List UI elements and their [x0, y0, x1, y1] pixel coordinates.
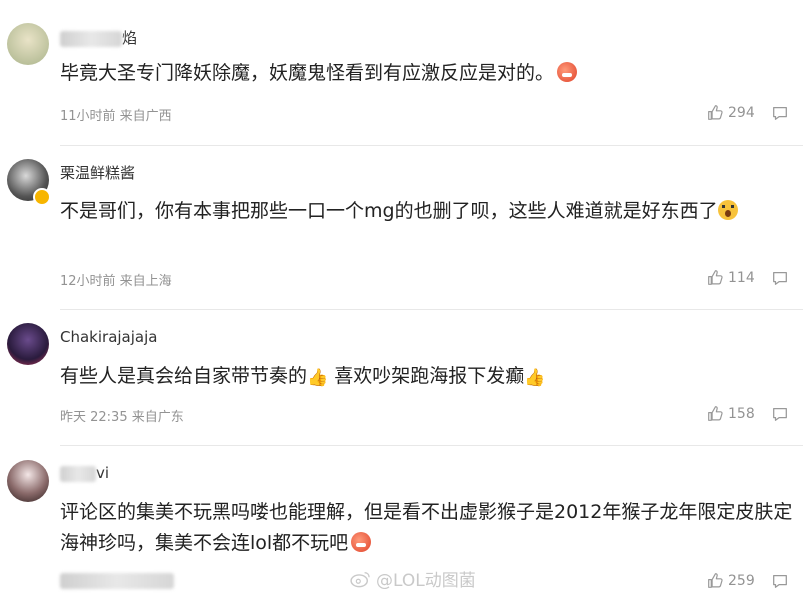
- like-button[interactable]: 294: [707, 104, 755, 121]
- comment-meta: 昨天 22:35 来自广东: [60, 410, 184, 425]
- comment-username[interactable]: Chakirajajaja: [60, 328, 157, 346]
- thumbs-up-icon: 👍: [524, 368, 546, 388]
- avatar[interactable]: [7, 460, 49, 502]
- thumbs-up-icon: 👍: [307, 368, 329, 388]
- avatar[interactable]: [7, 23, 49, 65]
- like-count: 259: [728, 572, 755, 589]
- like-icon: [708, 105, 723, 120]
- comment-text: 有些人是真会给自家带节奏的👍 喜欢吵架跑海报下发癫👍: [60, 361, 793, 394]
- reply-icon: [773, 271, 787, 285]
- reply-button[interactable]: [771, 104, 789, 126]
- like-count: 294: [728, 104, 755, 121]
- verified-badge: [33, 188, 51, 206]
- like-count: 158: [728, 405, 755, 422]
- comment-text: 评论区的集美不玩黑吗喽也能理解，但是看不出虚影猴子是2012年猴子龙年限定皮肤定…: [60, 501, 793, 554]
- reply-icon: [773, 407, 787, 421]
- emoji-icon: [351, 532, 372, 552]
- comment-meta: 11小时前 来自广西: [60, 109, 172, 124]
- comment-text: 不是哥们，你有本事把那些一口一个mg的也删了呗，这些人难道就是好东西了: [60, 196, 793, 227]
- watermark-text: @LOL动图菌: [376, 571, 476, 591]
- comment-username[interactable]: 焰: [60, 27, 137, 48]
- like-button[interactable]: 158: [707, 405, 755, 422]
- reply-button[interactable]: [771, 405, 789, 427]
- emoji-icon: [557, 62, 578, 82]
- divider: [60, 445, 803, 446]
- avatar[interactable]: [7, 323, 49, 365]
- like-button[interactable]: 114: [707, 269, 755, 286]
- comment-username[interactable]: 栗温鲜糕酱: [60, 162, 135, 183]
- comment-meta: [60, 573, 174, 589]
- like-icon: [708, 406, 723, 421]
- comment-meta: 12小时前 来自上海: [60, 274, 172, 289]
- reply-button[interactable]: [771, 572, 789, 594]
- comment-text: 毕竟大圣专门降妖除魔，妖魔鬼怪看到有应激反应是对的。: [60, 58, 793, 89]
- reply-button[interactable]: [771, 269, 789, 291]
- like-icon: [708, 573, 723, 588]
- like-count: 114: [728, 269, 755, 286]
- divider: [60, 145, 803, 146]
- weibo-icon: [350, 571, 370, 587]
- like-button[interactable]: 259: [707, 572, 755, 589]
- watermark: @LOL动图菌: [350, 566, 476, 591]
- like-icon: [708, 270, 723, 285]
- reply-icon: [773, 106, 787, 120]
- comment-username[interactable]: vi: [60, 464, 109, 482]
- reply-icon: [773, 574, 787, 588]
- surprised-emoji-icon: [717, 200, 738, 220]
- divider: [60, 309, 803, 310]
